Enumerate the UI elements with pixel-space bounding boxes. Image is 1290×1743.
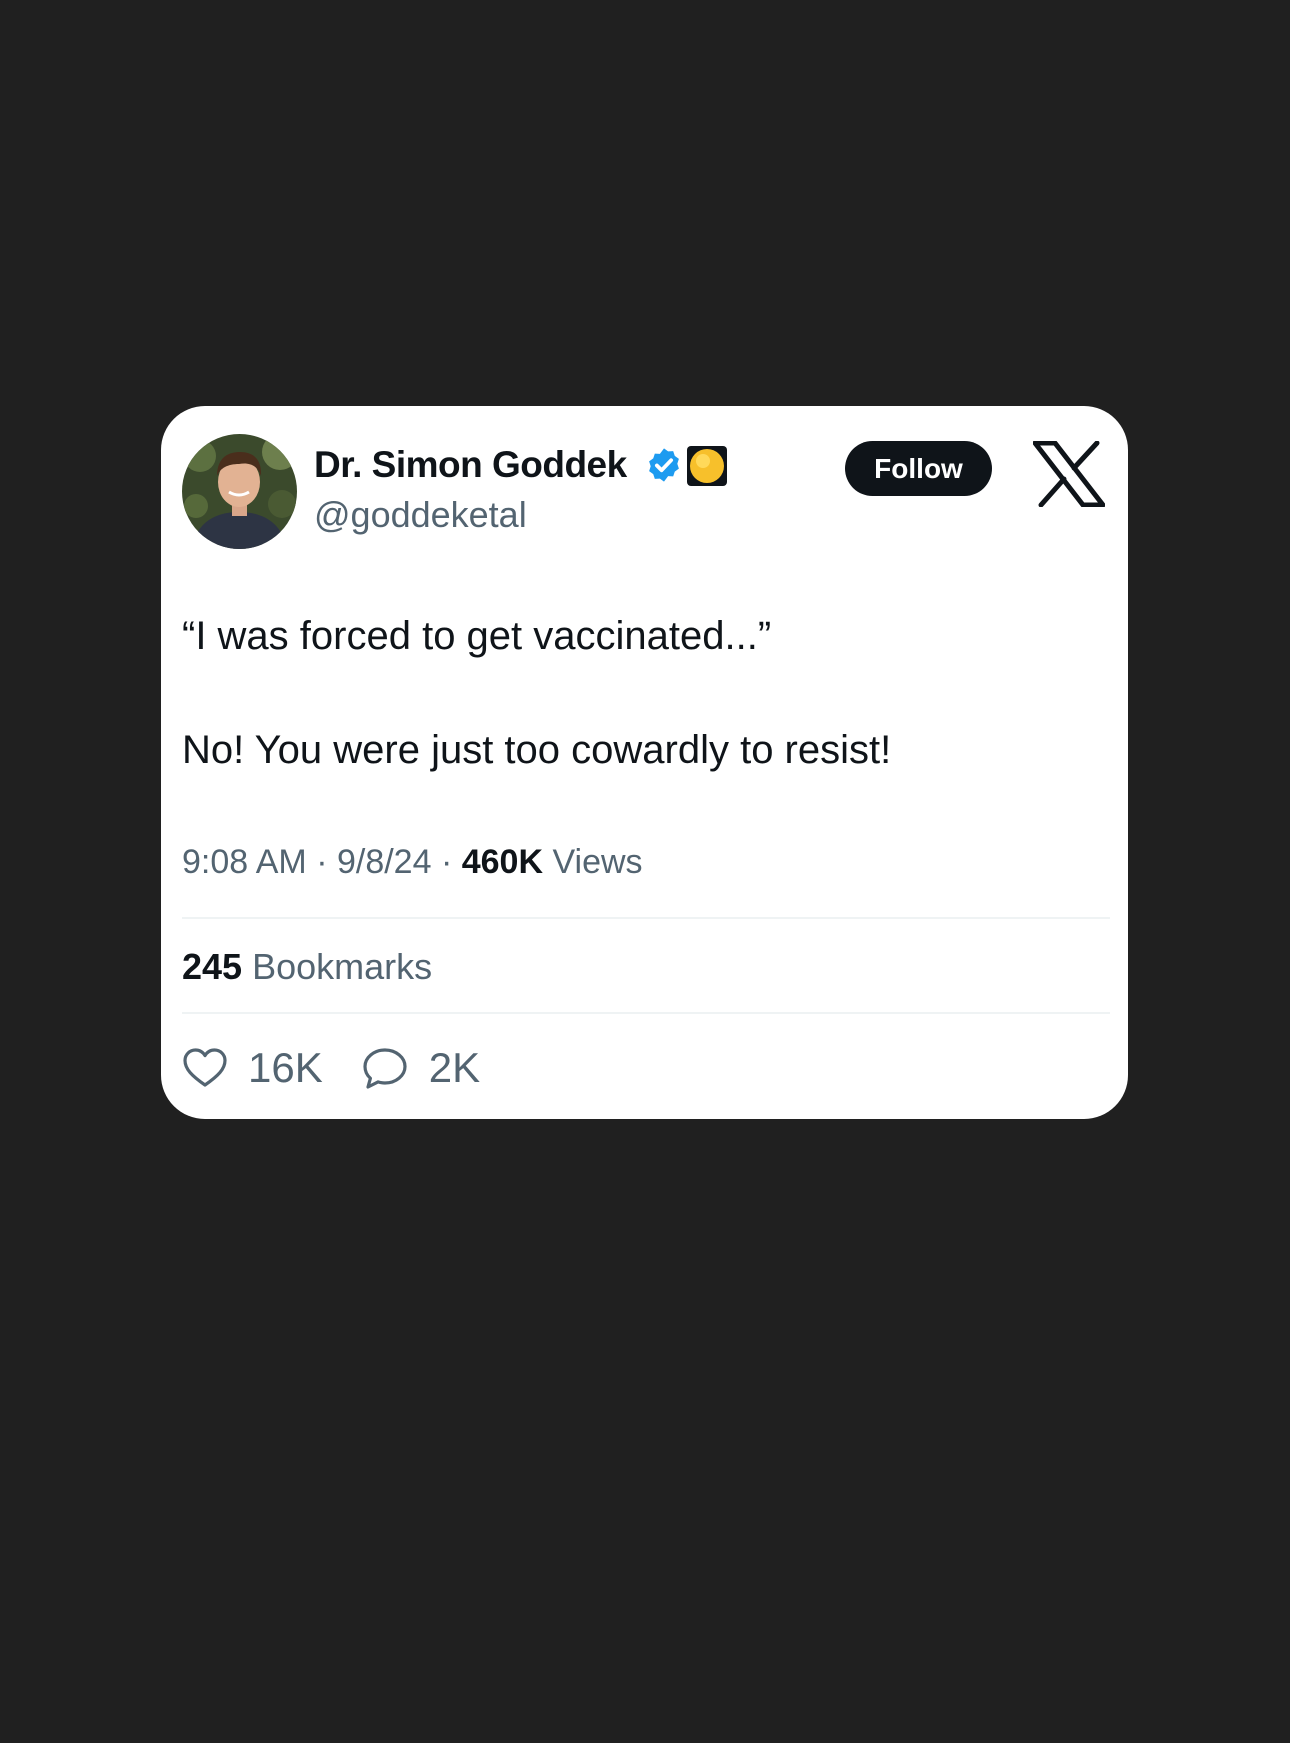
tweet-text-line-2: No! You were just too cowardly to resist… — [182, 728, 892, 772]
display-name[interactable]: Dr. Simon Goddek — [314, 444, 627, 486]
tweet-metadata: 9:08 AM · 9/8/24 · 460K Views — [182, 843, 643, 882]
follow-button[interactable]: Follow — [845, 441, 992, 496]
user-handle[interactable]: @goddeketal — [314, 494, 527, 536]
tweet-date[interactable]: 9/8/24 — [337, 843, 432, 881]
tweet-text-line-1: “I was forced to get vaccinated...” — [182, 614, 772, 658]
like-count: 16K — [248, 1044, 323, 1091]
x-logo-icon[interactable] — [1033, 441, 1105, 507]
divider — [182, 1012, 1110, 1014]
tweet-card: Dr. Simon Goddek @goddeketal Follow “I w… — [161, 406, 1128, 1119]
bookmarks-label: Bookmarks — [242, 946, 433, 987]
reply-button[interactable]: 2K — [361, 1044, 480, 1092]
action-bar: 16K 2K — [182, 1040, 480, 1096]
heart-icon — [183, 1048, 227, 1087]
meta-separator: · — [431, 843, 462, 881]
tweet-time[interactable]: 9:08 AM — [182, 843, 307, 881]
reply-count: 2K — [428, 1044, 481, 1091]
meta-separator: · — [306, 843, 337, 881]
bookmarks-stat[interactable]: 245 Bookmarks — [182, 946, 432, 988]
verified-badge-icon — [649, 448, 679, 482]
like-button[interactable]: 16K — [182, 1044, 323, 1092]
views-label: Views — [543, 843, 643, 881]
bookmarks-count: 245 — [182, 946, 243, 987]
gold-circle-badge-icon — [687, 446, 727, 486]
views-count: 460K — [461, 843, 543, 881]
speech-bubble-icon — [363, 1048, 407, 1089]
divider — [182, 917, 1110, 919]
avatar[interactable] — [182, 434, 297, 549]
